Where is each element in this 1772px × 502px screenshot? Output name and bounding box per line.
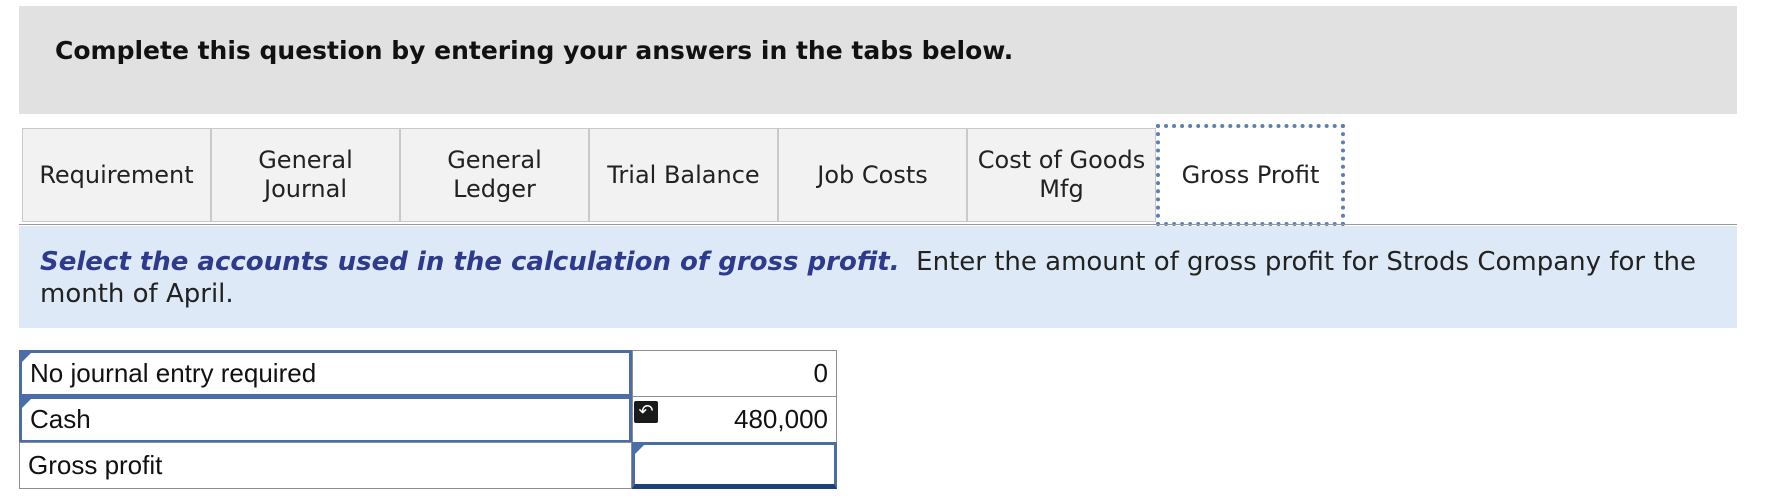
input-corner-marker-icon (634, 444, 645, 455)
gross-profit-amount-input[interactable] (632, 442, 837, 489)
tab-general-journal[interactable]: General Journal (211, 128, 400, 222)
dropdown-corner-marker-icon (21, 398, 32, 409)
question-header: Complete this question by entering your … (19, 6, 1737, 114)
amount-cell-row-2: 480,000 (632, 396, 837, 443)
tab-cost-of-goods-mfg[interactable]: Cost of Goods Mfg (967, 128, 1156, 222)
instruction-text: Select the accounts used in the calculat… (40, 246, 1730, 310)
account-select-row-2[interactable]: Cash (19, 396, 632, 443)
tab-gross-profit[interactable]: Gross Profit (1156, 124, 1345, 226)
tab-job-costs[interactable]: Job Costs (778, 128, 967, 222)
tab-requirement[interactable]: Requirement (22, 128, 211, 222)
account-select-row-1[interactable]: No journal entry required (19, 350, 632, 397)
instruction-emphasis: Select the accounts used in the calculat… (40, 247, 900, 277)
tab-divider (19, 224, 1737, 225)
account-select-value: No journal entry required (30, 358, 317, 388)
undo-arrow-icon[interactable]: ↶ (634, 401, 658, 423)
tab-trial-balance[interactable]: Trial Balance (589, 128, 778, 222)
gross-profit-table: No journal entry required 0 Cash 480,000… (19, 350, 837, 490)
gross-profit-label: Gross profit (28, 450, 163, 480)
instruction-panel: Select the accounts used in the calculat… (19, 226, 1737, 328)
question-title: Complete this question by entering your … (55, 36, 1014, 65)
account-select-value: Cash (30, 404, 91, 434)
dropdown-corner-marker-icon (21, 352, 32, 363)
gross-profit-label-row: Gross profit (19, 442, 632, 489)
amount-cell-row-1: 0 (632, 350, 837, 397)
tab-general-ledger[interactable]: General Ledger (400, 128, 589, 222)
